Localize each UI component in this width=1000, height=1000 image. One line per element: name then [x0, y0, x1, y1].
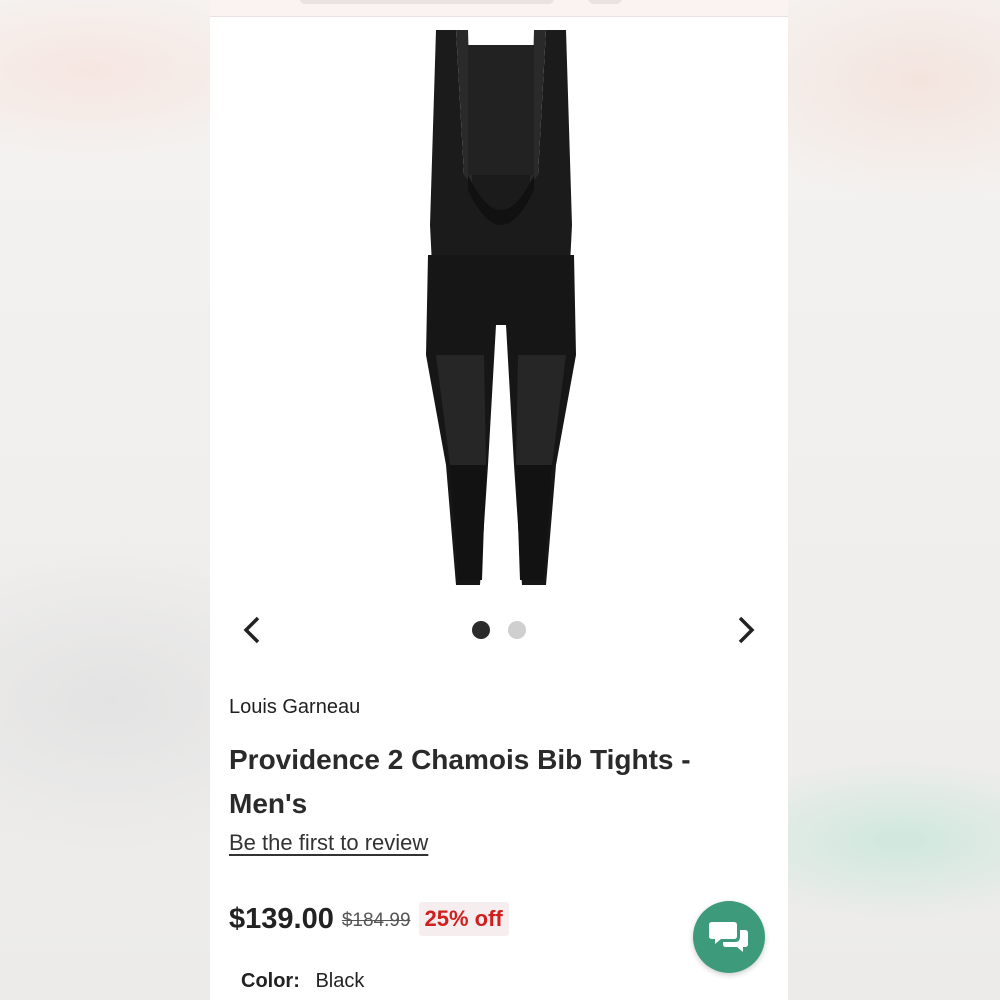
original-price: $184.99: [341, 910, 411, 931]
price-row: $139.00 $184.99 25% off: [229, 902, 509, 936]
discount-badge: 25% off: [418, 902, 509, 936]
brand-name[interactable]: Louis Garneau: [229, 696, 360, 719]
carousel-indicators: [472, 621, 526, 639]
carousel-next-button[interactable]: [728, 612, 764, 648]
chevron-left-icon: [243, 616, 260, 644]
chevron-right-icon: [738, 616, 755, 644]
color-selector: Color: Black: [241, 970, 364, 993]
product-title: Providence 2 Chamois Bib Tights - Men's: [229, 744, 691, 819]
chat-button[interactable]: [693, 901, 765, 973]
chat-bubbles-icon: [709, 922, 748, 952]
search-bar[interactable]: [300, 0, 554, 4]
carousel-prev-button[interactable]: [234, 612, 270, 648]
product-page: Louis Garneau Providence 2 Chamois Bib T…: [210, 0, 788, 1000]
header-button[interactable]: [588, 0, 622, 4]
top-bar: [210, 0, 788, 17]
review-link[interactable]: Be the first to review: [229, 830, 428, 856]
product-image: [426, 30, 576, 585]
color-value: Black: [315, 970, 365, 992]
carousel-dot-2[interactable]: [508, 621, 526, 639]
carousel-dot-1[interactable]: [472, 621, 490, 639]
sale-price: $139.00: [229, 902, 334, 935]
color-label: Color:: [241, 970, 300, 992]
